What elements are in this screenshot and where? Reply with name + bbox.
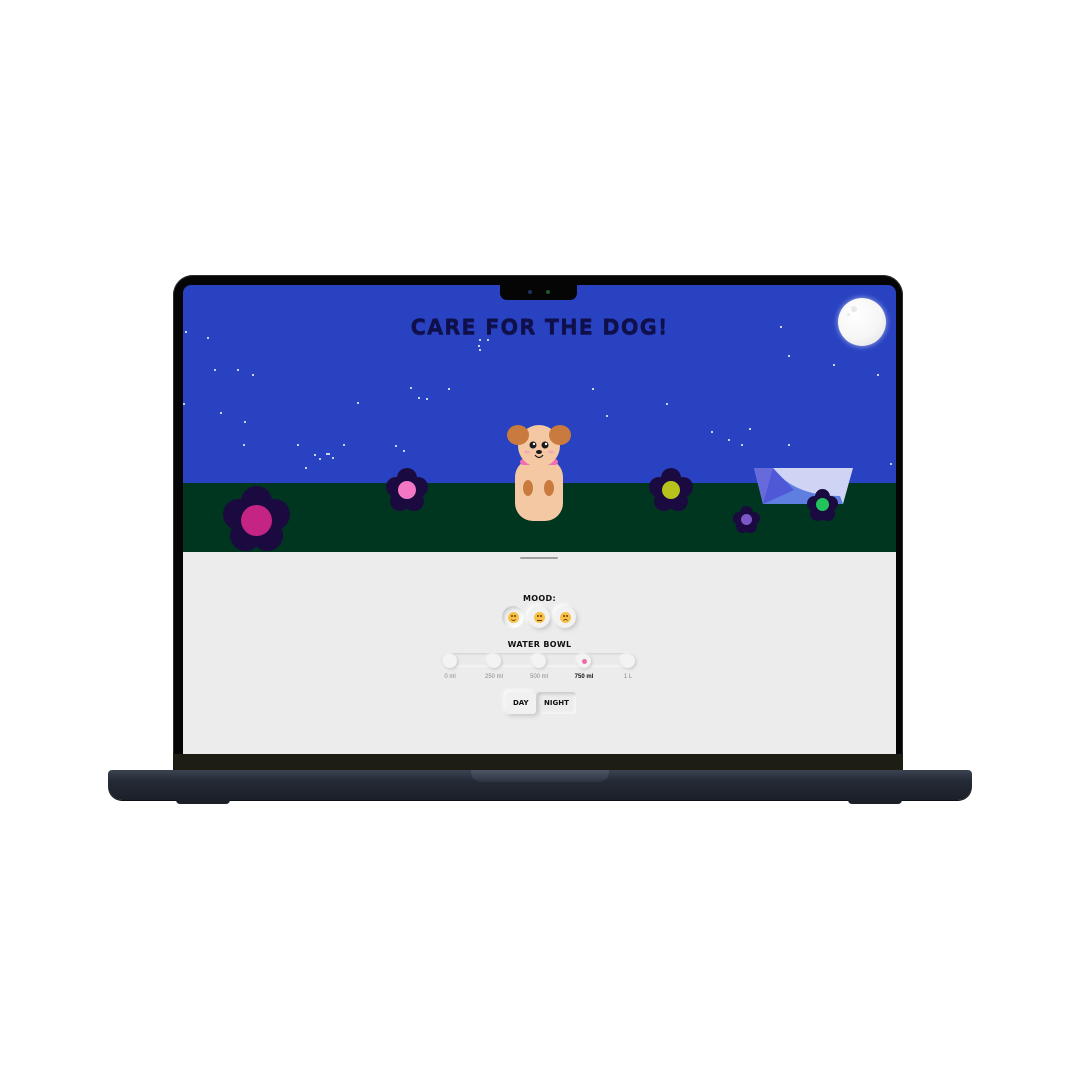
star-icon	[448, 388, 450, 390]
star-icon	[890, 463, 892, 465]
dog-icon	[507, 425, 571, 521]
star-icon	[788, 355, 790, 357]
mood-happy-button[interactable]	[502, 606, 524, 628]
flower-icon	[223, 486, 290, 553]
star-icon	[479, 339, 481, 341]
flower-icon	[386, 468, 428, 513]
star-icon	[357, 402, 359, 404]
page-title: CARE FOR THE DOG!	[410, 315, 669, 339]
neutral-face-icon	[533, 611, 545, 623]
star-icon	[243, 444, 245, 446]
star-icon	[244, 421, 246, 423]
star-icon	[332, 457, 334, 459]
sad-face-icon	[559, 611, 571, 623]
star-icon	[606, 415, 608, 417]
laptop-opening-groove	[471, 770, 609, 782]
star-icon	[877, 374, 879, 376]
camera-indicator-icon	[546, 290, 550, 294]
star-icon	[711, 431, 713, 433]
water-tick-label: 250 ml	[484, 674, 503, 680]
app-screen: CARE FOR THE DOG! MOOD: WATER BOWL 0 ml …	[183, 285, 896, 754]
mood-neutral-button[interactable]	[528, 606, 550, 628]
star-icon	[666, 403, 668, 405]
star-icon	[592, 388, 594, 390]
water-tick-label: 0 ml	[444, 674, 456, 680]
water-option-knob[interactable]	[621, 654, 635, 668]
star-icon	[410, 387, 412, 389]
water-option-knob[interactable]	[443, 654, 457, 668]
star-icon	[418, 397, 420, 399]
star-icon	[319, 458, 321, 460]
star-icon	[728, 439, 730, 441]
star-icon	[487, 339, 489, 341]
camera-icon	[528, 290, 532, 294]
star-icon	[305, 467, 307, 469]
star-icon	[237, 369, 239, 371]
camera-notch	[500, 283, 577, 300]
star-icon	[220, 412, 222, 414]
drag-handle[interactable]	[520, 557, 558, 559]
star-icon	[833, 364, 835, 366]
water-tick-label: 1 L	[623, 674, 633, 680]
water-bowl-label: WATER BOWL	[507, 640, 572, 649]
water-bowl-icon	[754, 468, 853, 504]
water-tick-label-selected: 750 ml	[574, 674, 594, 680]
flower-icon	[807, 489, 838, 521]
moon-icon	[838, 298, 886, 346]
laptop-foot	[176, 799, 230, 804]
star-icon	[214, 369, 216, 371]
star-icon	[343, 444, 345, 446]
water-option-knob[interactable]	[487, 654, 501, 668]
mood-sad-button[interactable]	[554, 606, 576, 628]
smiling-face-icon	[507, 611, 519, 623]
selected-dot-icon	[581, 658, 587, 664]
star-icon	[328, 453, 330, 455]
star-icon	[297, 444, 299, 446]
star-icon	[479, 349, 481, 351]
flower-icon	[649, 468, 693, 513]
water-option-knob[interactable]	[532, 654, 546, 668]
water-tick-label: 500 ml	[529, 674, 548, 680]
star-icon	[183, 403, 185, 405]
star-icon	[426, 398, 428, 400]
mood-label: MOOD:	[523, 594, 556, 603]
star-icon	[252, 374, 254, 376]
star-icon	[741, 444, 743, 446]
star-icon	[403, 450, 405, 452]
day-mode-button[interactable]: DAY	[506, 692, 536, 714]
star-icon	[749, 428, 751, 430]
star-icon	[314, 454, 316, 456]
star-icon	[788, 444, 790, 446]
star-icon	[395, 445, 397, 447]
star-icon	[478, 345, 480, 347]
water-option-knob-selected[interactable]	[577, 654, 591, 668]
laptop-foot	[848, 799, 902, 804]
night-mode-button[interactable]: NIGHT	[537, 692, 576, 714]
